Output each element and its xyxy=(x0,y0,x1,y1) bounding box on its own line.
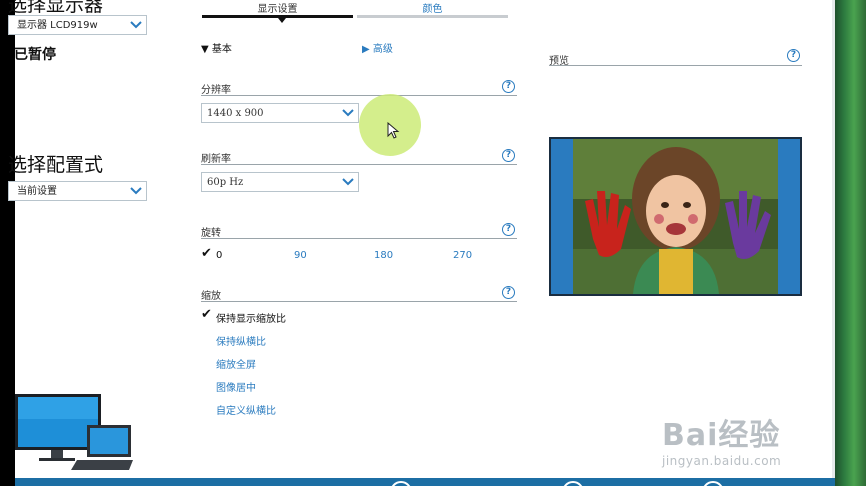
bottom-circle-icon[interactable] xyxy=(702,481,724,503)
monitor-status-text: 已暂停 xyxy=(14,47,56,63)
monitor-laptop-illustration xyxy=(15,392,135,472)
inactive-tab-indicator xyxy=(357,15,508,18)
monitor-select[interactable]: 显示器 LCD919w xyxy=(8,15,147,35)
scaling-option-maintain-aspect[interactable]: 保持纵横比 xyxy=(216,333,266,348)
profile-select[interactable]: 当前设置 xyxy=(8,181,147,201)
resolution-dropdown[interactable]: 1440 x 900 xyxy=(201,103,359,123)
help-icon[interactable]: ? xyxy=(502,80,515,93)
scaling-option-centered[interactable]: 图像居中 xyxy=(216,379,256,394)
right-edge-background xyxy=(832,0,866,486)
tab-label: 颜色 xyxy=(422,4,443,15)
left-edge-bar xyxy=(0,0,15,486)
watermark-main-text: Bai经验 xyxy=(662,418,781,453)
section-divider xyxy=(201,164,517,165)
resolution-value: 1440 x 900 xyxy=(207,108,264,119)
preview-image xyxy=(573,139,778,294)
section-divider xyxy=(201,238,517,239)
checkmark-icon: ✔ xyxy=(201,307,212,322)
profile-select-value: 当前设置 xyxy=(17,186,57,197)
rotation-option-270[interactable]: 270 xyxy=(453,250,472,261)
tab-label: 显示设置 xyxy=(257,4,298,15)
rotation-option-90[interactable]: 90 xyxy=(294,250,307,261)
refresh-rate-dropdown[interactable]: 60p Hz xyxy=(201,172,359,192)
basic-label: 基本 xyxy=(211,44,232,55)
scaling-option-custom-aspect[interactable]: 自定义纵横比 xyxy=(216,402,276,417)
checkmark-icon: ✔ xyxy=(201,246,212,261)
help-icon[interactable]: ? xyxy=(502,223,515,236)
rotation-option-180[interactable]: 180 xyxy=(374,250,393,261)
section-divider xyxy=(201,301,517,302)
triangle-down-icon: ▼ xyxy=(201,44,212,55)
triangle-right-icon: ▶ xyxy=(362,44,373,55)
watermark-url-text: jingyan.baidu.com xyxy=(662,454,782,468)
rotation-label: 旋转 xyxy=(201,228,221,239)
mouse-cursor-icon xyxy=(387,121,401,144)
preview-pillarbox-right xyxy=(778,139,800,294)
section-divider xyxy=(201,95,517,96)
preview-pillarbox-left xyxy=(551,139,573,294)
basic-toggle[interactable]: ▼ 基本 xyxy=(201,40,232,55)
advanced-toggle[interactable]: ▶ 高级 xyxy=(362,40,393,55)
help-icon[interactable]: ? xyxy=(787,49,800,62)
advanced-label: 高级 xyxy=(372,44,393,55)
rotation-option-0[interactable]: 0 xyxy=(216,250,222,261)
scaling-option-maintain-display[interactable]: 保持显示缩放比 xyxy=(216,310,286,325)
scaling-option-full-screen[interactable]: 缩放全屏 xyxy=(216,356,256,371)
refresh-rate-label: 刷新率 xyxy=(201,154,231,165)
baidu-jingyan-watermark: Bai经验 jingyan.baidu.com xyxy=(662,410,781,468)
chevron-down-icon xyxy=(130,186,142,196)
chevron-down-icon xyxy=(342,108,354,118)
help-icon[interactable]: ? xyxy=(502,149,515,162)
bottom-circle-icon[interactable] xyxy=(390,481,412,503)
resolution-label: 分辨率 xyxy=(201,85,231,96)
profile-section-title: 选择配置式 xyxy=(8,154,104,176)
help-icon[interactable]: ? xyxy=(502,286,515,299)
bottom-circle-icon[interactable] xyxy=(562,481,584,503)
section-divider xyxy=(549,65,802,66)
chevron-down-icon xyxy=(130,20,142,30)
refresh-rate-value: 60p Hz xyxy=(207,177,244,188)
scaling-label: 缩放 xyxy=(201,291,221,302)
active-tab-pointer xyxy=(278,18,286,23)
chevron-down-icon xyxy=(342,177,354,187)
monitor-select-value: 显示器 LCD919w xyxy=(17,20,98,31)
